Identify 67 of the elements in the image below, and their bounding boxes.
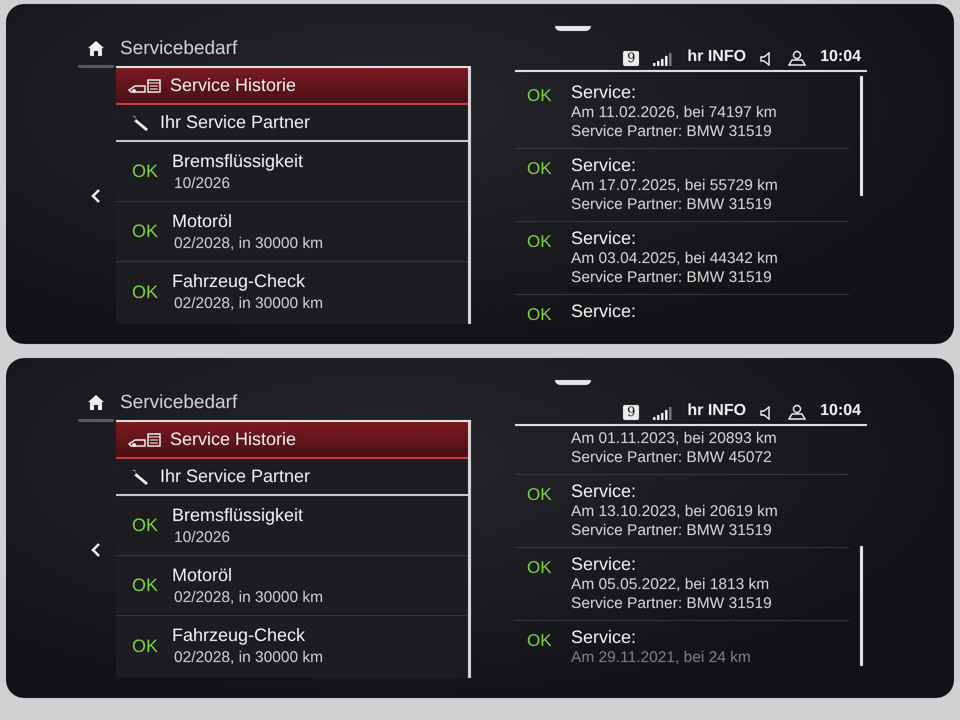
user-icon [788, 50, 806, 66]
channel-badge: 9 [623, 51, 640, 66]
service-name: Bremsflüssigkeit [172, 150, 304, 172]
service-due: 02/2028, in 30000 km [173, 588, 324, 606]
status-label: OK [132, 221, 160, 242]
entry-title: Service: [571, 228, 638, 249]
signal-icon [653, 53, 674, 66]
entry-detail: Service Partner: BMW 45072 [571, 449, 773, 467]
status-label: OK [527, 85, 553, 107]
home-icon[interactable] [87, 394, 105, 411]
status-label: OK [132, 515, 160, 536]
user-icon [788, 404, 806, 420]
clock-time: 10:04 [820, 402, 861, 420]
status-label: OK [132, 161, 160, 182]
entry-detail: Am 13.10.2023, bei 20619 km [571, 503, 778, 521]
status-label: OK [527, 484, 553, 506]
service-name: Fahrzeug-Check [172, 625, 306, 646]
service-name: Motoröl [172, 564, 234, 586]
service-due: 10/2026 [173, 174, 232, 192]
entry-detail: Service Partner: BMW 31519 [571, 522, 773, 540]
entry-detail: Service Partner: BMW 31519 [571, 123, 773, 141]
entry-title: Service: [571, 155, 638, 176]
radio-station: hr INFO [687, 48, 746, 66]
clock-time: 10:04 [820, 48, 861, 66]
entry-title: Service: [571, 82, 638, 103]
menu-item[interactable]: Service Historie [116, 68, 468, 105]
entry-detail: Service Partner: BMW 31519 [571, 196, 773, 214]
entry-title: Service: [571, 301, 636, 322]
service-name: Bremsflüssigkeit [172, 504, 304, 526]
status-label: OK [527, 231, 553, 253]
back-chevron-icon[interactable] [91, 188, 101, 204]
scrollbar[interactable] [860, 76, 863, 196]
service-name: Fahrzeug-Check [172, 271, 306, 292]
entry-detail: Am 29.11.2021, bei 24 km [571, 649, 751, 667]
channel-badge: 9 [623, 405, 640, 420]
entry-title: Service: [571, 627, 638, 648]
status-label: OK [527, 557, 553, 579]
service-due: 02/2028, in 30000 km [173, 295, 324, 313]
entry-title: Service: [571, 554, 638, 575]
menu-item[interactable]: Ihr Service Partner [116, 105, 468, 142]
status-label: OK [132, 636, 160, 656]
car-calendar-icon [128, 432, 162, 448]
status-label: OK [132, 282, 160, 302]
service-due: 02/2028, in 30000 km [173, 234, 324, 252]
car-calendar-icon [128, 78, 162, 94]
entry-detail: Am 11.02.2026, bei 74197 km [571, 104, 777, 122]
status-label: OK [527, 158, 553, 180]
entry-detail: Am 03.04.2025, bei 44342 km [571, 250, 778, 268]
scrollbar[interactable] [860, 546, 863, 666]
back-chevron-icon[interactable] [91, 542, 101, 558]
radio-station: hr INFO [687, 402, 746, 420]
signal-icon [653, 407, 674, 420]
status-label: OK [527, 304, 553, 325]
status-label: OK [132, 575, 160, 596]
home-icon[interactable] [87, 40, 105, 57]
status-label: OK [527, 630, 553, 652]
service-due: 02/2028, in 30000 km [173, 649, 324, 667]
service-due: 10/2026 [173, 528, 232, 546]
entry-detail: Am 05.05.2022, bei 1813 km [571, 576, 770, 594]
menu-item[interactable]: Ihr Service Partner [116, 459, 468, 496]
entry-title: Service: [571, 481, 638, 502]
menu-item[interactable]: Service Historie [116, 422, 468, 459]
service-name: Motoröl [172, 210, 234, 232]
entry-detail: Am 17.07.2025, bei 55729 km [571, 177, 778, 195]
entry-detail: Service Partner: BMW 31519 [571, 269, 773, 287]
entry-detail: Am 01.11.2023, bei 20893 km [571, 430, 777, 448]
entry-detail: Service Partner: BMW 31519 [571, 595, 772, 613]
